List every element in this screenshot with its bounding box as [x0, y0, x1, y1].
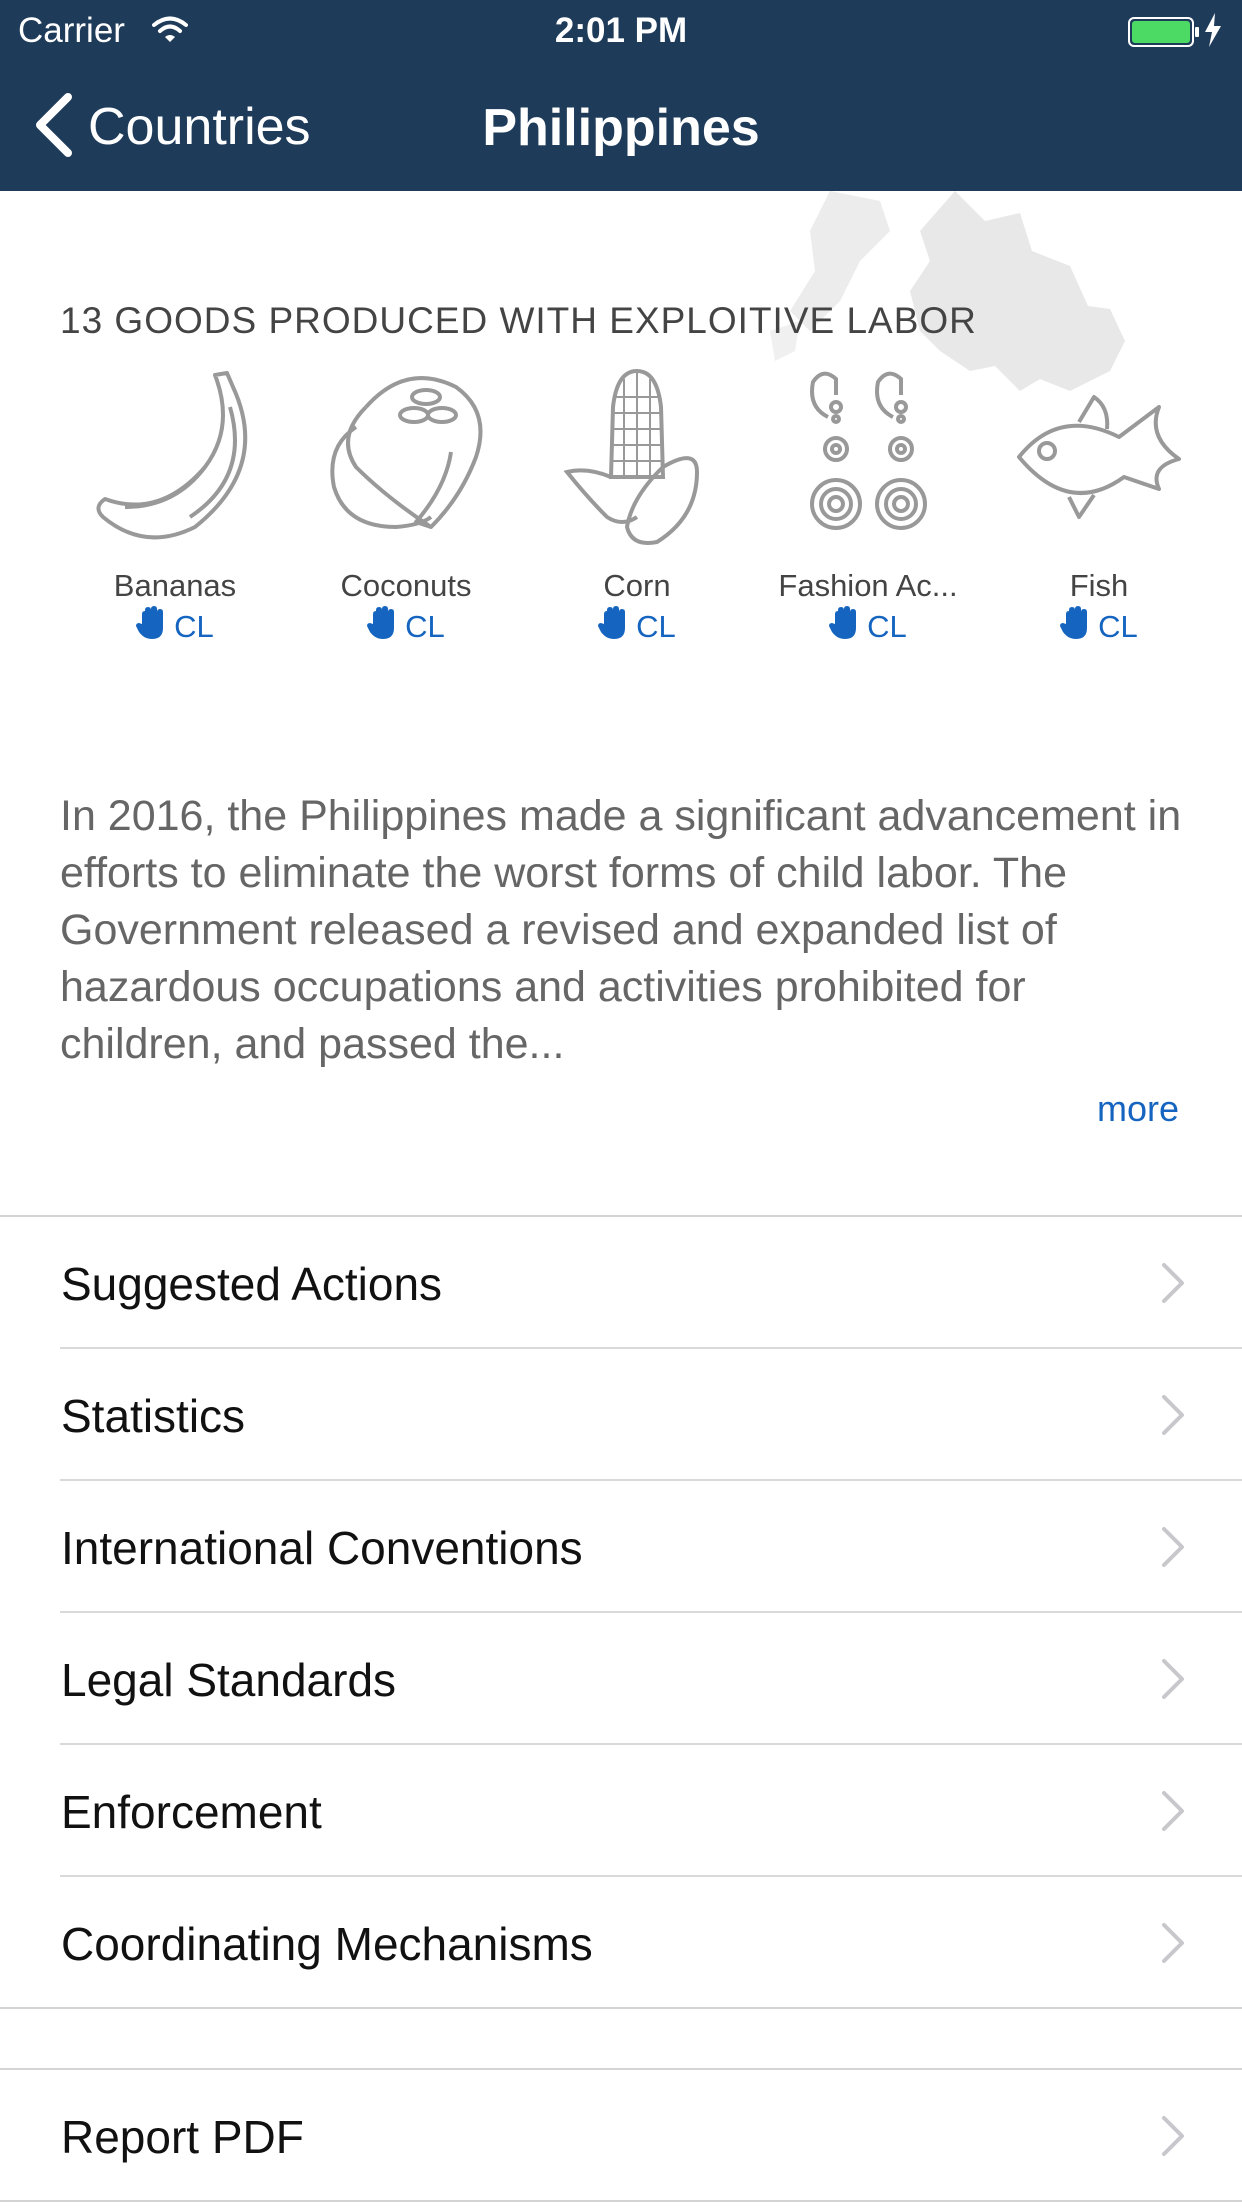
row-suggested-actions[interactable]: Suggested Actions [0, 1217, 1242, 1349]
hand-icon [1060, 606, 1092, 648]
page-title: Philippines [482, 99, 760, 157]
child-labor-tag: CL [291, 606, 521, 648]
good-item-fashion-accessories[interactable]: Fashion Ac... CL [753, 362, 983, 652]
goods-heading: 13 GOODS PRODUCED WITH EXPLOITIVE LABOR [60, 300, 977, 341]
child-labor-tag: CL [522, 606, 752, 648]
chevron-right-icon [1160, 1393, 1186, 1442]
good-name: Bananas [113, 568, 237, 603]
row-coordinating-mechanisms[interactable]: Coordinating Mechanisms [0, 1877, 1242, 2009]
nav-bar: Countries Philippines [0, 62, 1242, 191]
hand-icon [829, 606, 861, 648]
hand-icon [136, 606, 168, 648]
child-labor-tag-label: CL [405, 609, 445, 644]
child-labor-tag-label: CL [174, 609, 214, 644]
row-label: International Conventions [61, 1522, 583, 1574]
good-name: Coconuts [340, 568, 472, 603]
row-legal-standards[interactable]: Legal Standards [0, 1613, 1242, 1745]
child-labor-tag-label: CL [636, 609, 676, 644]
good-name: Corn [603, 568, 671, 603]
good-item-corn[interactable]: Corn CL [522, 362, 752, 652]
row-label: Legal Standards [61, 1654, 397, 1706]
child-labor-tag-label: CL [1098, 609, 1138, 644]
child-labor-tag: CL [753, 606, 983, 648]
status-bar: Carrier 2:01 PM [0, 0, 1242, 62]
row-label: Suggested Actions [61, 1258, 443, 1310]
row-label: Coordinating Mechanisms [61, 1918, 593, 1970]
fish-icon [1009, 367, 1189, 547]
chevron-right-icon [1160, 1921, 1186, 1970]
banana-icon [85, 367, 265, 547]
row-report-pdf[interactable]: Report PDF [0, 2070, 1242, 2202]
earrings-icon [778, 367, 958, 547]
good-item-coconuts[interactable]: Coconuts CL [291, 362, 521, 652]
chevron-right-icon [1160, 1261, 1186, 1310]
row-enforcement[interactable]: Enforcement [0, 1745, 1242, 1877]
status-time: 2:01 PM [554, 11, 688, 50]
corn-icon [547, 367, 727, 547]
top-bar: Carrier 2:01 PM Countries Philippines [0, 0, 1242, 191]
row-label: Enforcement [61, 1786, 322, 1838]
good-name: Fashion Ac... [778, 568, 958, 603]
report-bottom-border [0, 2200, 1242, 2202]
child-labor-tag: CL [60, 606, 290, 648]
chevron-right-icon [1160, 1789, 1186, 1838]
charging-bolt-icon [1203, 13, 1223, 56]
good-item-bananas[interactable]: Bananas CL [60, 362, 290, 652]
chevron-right-icon [1160, 1525, 1186, 1574]
hand-icon [367, 606, 399, 648]
country-summary: In 2016, the Philippines made a signific… [60, 792, 1182, 1068]
row-label: Statistics [61, 1390, 246, 1442]
chevron-right-icon [1160, 2114, 1186, 2163]
battery-icon [1128, 16, 1200, 56]
hand-icon [598, 606, 630, 648]
good-item-fish[interactable]: Fish CL [984, 362, 1214, 652]
child-labor-tag-label: CL [867, 609, 907, 644]
row-label: Report PDF [61, 2111, 304, 2163]
list-bottom-border [0, 2007, 1242, 2009]
coconut-icon [316, 367, 496, 547]
more-link[interactable]: more [1097, 1088, 1179, 1130]
row-international-conventions[interactable]: International Conventions [0, 1481, 1242, 1613]
chevron-right-icon [1160, 1657, 1186, 1706]
child-labor-tag: CL [984, 606, 1214, 648]
good-name: Fish [1069, 568, 1129, 603]
row-statistics[interactable]: Statistics [0, 1349, 1242, 1481]
